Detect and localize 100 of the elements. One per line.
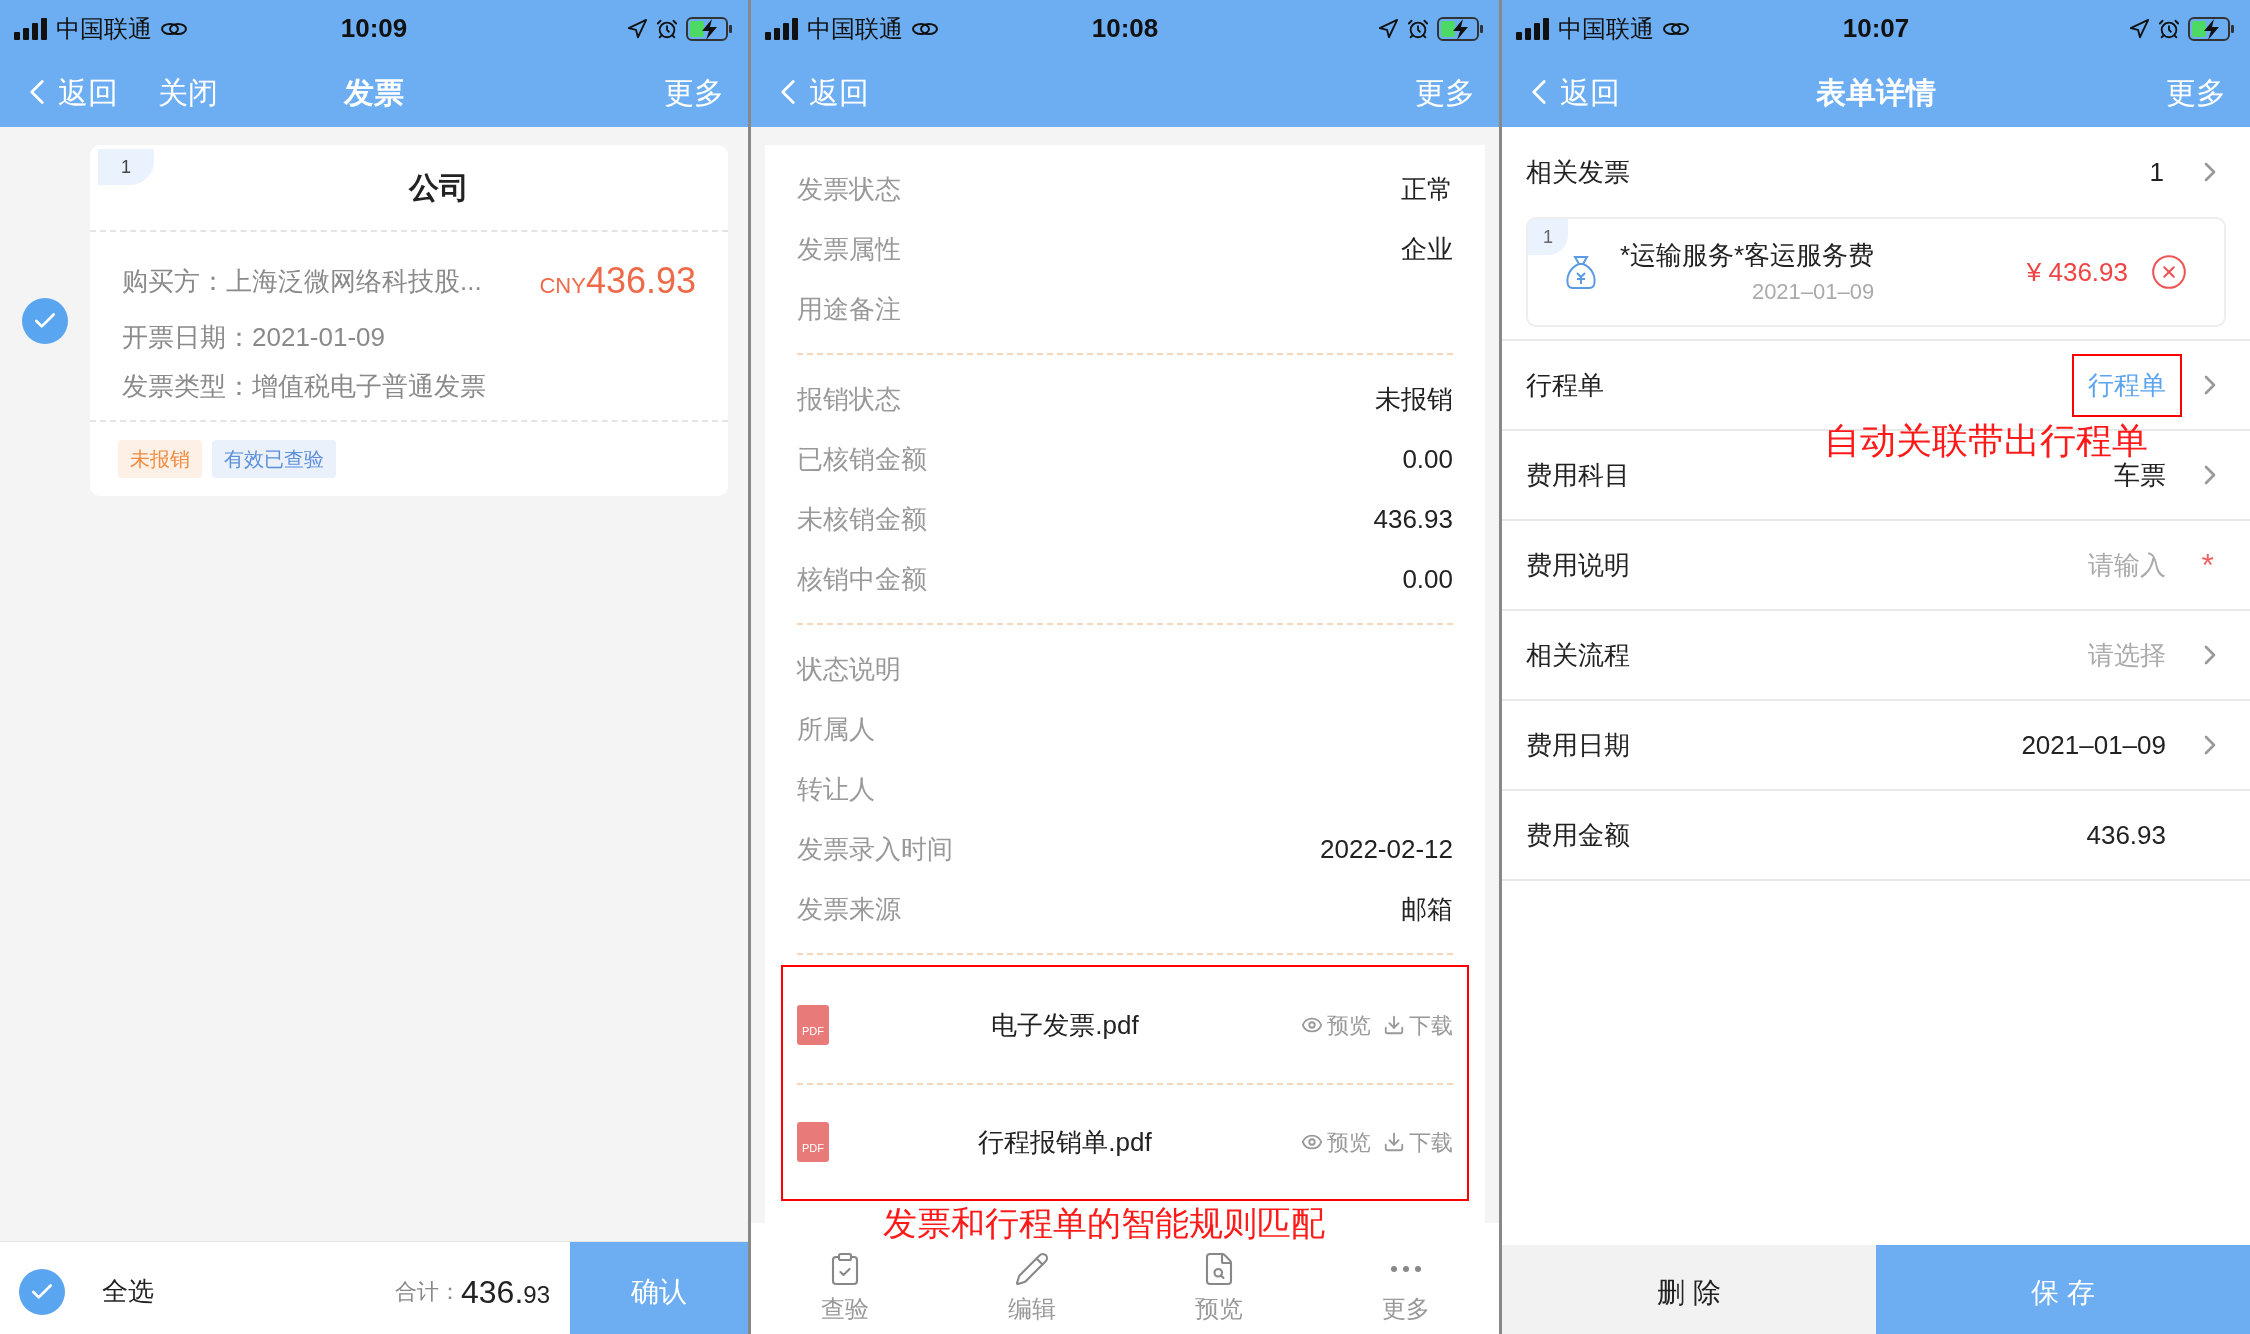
field-value: 0.00 (1402, 562, 1453, 596)
field-label: 所属人 (797, 712, 875, 746)
field-label: 发票状态 (797, 172, 901, 206)
invoice-card[interactable]: 1 公司 购买方：上海泛微网络科技股... CNY436.93 开票日期：2021-01-09 发票类型：增值税电子普通发票 未报销 有效已查验 (90, 145, 728, 496)
input-field[interactable]: 请输入 (2072, 533, 2182, 597)
invoice-amount: ¥ 436.93 (2026, 255, 2128, 289)
location-arrow-icon (2128, 17, 2150, 40)
related-invoice-card[interactable]: 1 *运输服务*客运服务费 2021–01–09 ¥ 436.93 (1526, 217, 2226, 327)
field-label: 相关发票 (1526, 155, 1630, 189)
delete-button[interactable]: 删 除 (1502, 1245, 1876, 1334)
alarm-clock-icon (656, 17, 678, 40)
battery-charging-icon (1437, 16, 1485, 41)
card-index: 1 (1528, 219, 1568, 255)
back-button[interactable]: 返回 (1526, 69, 1620, 115)
preview-button[interactable]: 预览 (1168, 1251, 1269, 1327)
location-arrow-icon (626, 17, 648, 40)
carrier-name: 中国联通 (56, 13, 152, 44)
nav-title: 表单详情 (1816, 74, 1936, 111)
select-checkbox[interactable] (22, 297, 68, 344)
field-value: 2021–01–09 (2020, 728, 2167, 762)
card-index: 1 (98, 149, 154, 185)
back-button[interactable]: 返回 (24, 69, 118, 115)
select-all-checkbox[interactable] (19, 1268, 65, 1315)
invoice-item-name: *运输服务*客运服务费 (1620, 239, 1875, 272)
field-label: 费用科目 (1526, 458, 1630, 492)
field-value: 0.00 (1402, 442, 1453, 476)
field-label: 未核销金额 (797, 502, 927, 536)
download-icon (1383, 1014, 1405, 1036)
field-label: 发票来源 (797, 892, 901, 926)
confirm-button[interactable]: 确认 (570, 1242, 748, 1334)
field-value: 企业 (1401, 232, 1453, 266)
link-icon (1662, 20, 1690, 37)
total-label: 合计： (395, 1278, 461, 1306)
field-value: 436.93 (2085, 818, 2167, 852)
back-button[interactable]: 返回 (775, 69, 869, 115)
more-button[interactable]: 更多 (664, 69, 724, 115)
download-link[interactable]: 下载 (1383, 1008, 1453, 1042)
nav-title: 发票 (344, 74, 404, 111)
field-label: 报销状态 (797, 382, 901, 416)
battery-charging-icon (2188, 16, 2236, 41)
carrier-name: 中国联通 (1558, 13, 1654, 44)
field-label: 发票录入时间 (797, 832, 953, 866)
field-label: 状态说明 (797, 652, 901, 686)
field-label: 转让人 (797, 772, 875, 806)
signal-icon (1516, 17, 1550, 40)
save-button[interactable]: 保 存 (1876, 1245, 2250, 1334)
location-arrow-icon (1377, 17, 1399, 40)
alarm-clock-icon (2158, 17, 2180, 40)
status-tag: 有效已查验 (212, 440, 336, 478)
more-button[interactable]: 更多 (2166, 69, 2226, 115)
money-bag-icon (1564, 254, 1598, 290)
more-button[interactable]: 更多 (1415, 69, 1475, 115)
more-button[interactable]: 更多 (1355, 1251, 1456, 1327)
select-field[interactable]: 请选择 (2072, 623, 2182, 687)
field-label: 已核销金额 (797, 442, 927, 476)
field-label: 费用金额 (1526, 818, 1630, 852)
field-label: 发票属性 (797, 232, 901, 266)
invoice-date: 2021–01–09 (1751, 278, 1875, 306)
pdf-file-icon: PDF (797, 1122, 829, 1162)
remove-icon[interactable] (2150, 253, 2188, 291)
preview-link[interactable]: 预览 (1301, 1008, 1371, 1042)
field-value: 邮箱 (1401, 892, 1453, 926)
company-name: 公司 (409, 170, 469, 206)
field-label: 费用日期 (1526, 728, 1630, 762)
signal-icon (765, 17, 799, 40)
field-value: 436.93 (1373, 502, 1453, 536)
field-label: 用途备注 (797, 292, 901, 326)
carrier-name: 中国联通 (807, 13, 903, 44)
edit-button[interactable]: 编辑 (981, 1251, 1082, 1327)
preview-link[interactable]: 预览 (1301, 1125, 1371, 1159)
field-label: 核销中金额 (797, 562, 927, 596)
status-time: 10:09 (340, 12, 408, 45)
total-amount: 436.93 (461, 1272, 550, 1312)
pencil-icon (1013, 1251, 1050, 1287)
invoice-amount: CNY436.93 (539, 259, 696, 303)
field-value: 1 (2149, 155, 2164, 189)
field-label: 相关流程 (1526, 638, 1630, 672)
field-value: 未报销 (1375, 382, 1453, 416)
file-name: 电子发票.pdf (990, 1008, 1140, 1042)
status-time: 10:07 (1842, 12, 1910, 45)
select-all-label: 全选 (102, 1275, 154, 1308)
invoice-type: 发票类型：增值税电子普通发票 (122, 370, 487, 403)
required-mark: * (2201, 549, 2214, 581)
status-time: 10:08 (1091, 12, 1159, 45)
dots-icon (1390, 1266, 1421, 1272)
alarm-clock-icon (1407, 17, 1429, 40)
field-value: 正常 (1401, 172, 1453, 206)
verify-button[interactable]: 查验 (794, 1251, 895, 1327)
download-link[interactable]: 下载 (1383, 1125, 1453, 1159)
buyer-text: 购买方：上海泛微网络科技股... (122, 264, 482, 298)
annotation-text: 发票和行程单的智能规则匹配 (882, 1203, 1326, 1244)
link-icon (160, 20, 188, 37)
close-button[interactable]: 关闭 (158, 69, 218, 115)
battery-charging-icon (686, 16, 734, 41)
field-label: 行程单 (1526, 368, 1604, 402)
download-icon (1383, 1131, 1405, 1153)
issue-date: 开票日期：2021-01-09 (122, 321, 386, 354)
signal-icon (14, 17, 48, 40)
field-label: 费用说明 (1526, 548, 1630, 582)
itinerary-link[interactable]: 行程单 (2072, 353, 2182, 417)
